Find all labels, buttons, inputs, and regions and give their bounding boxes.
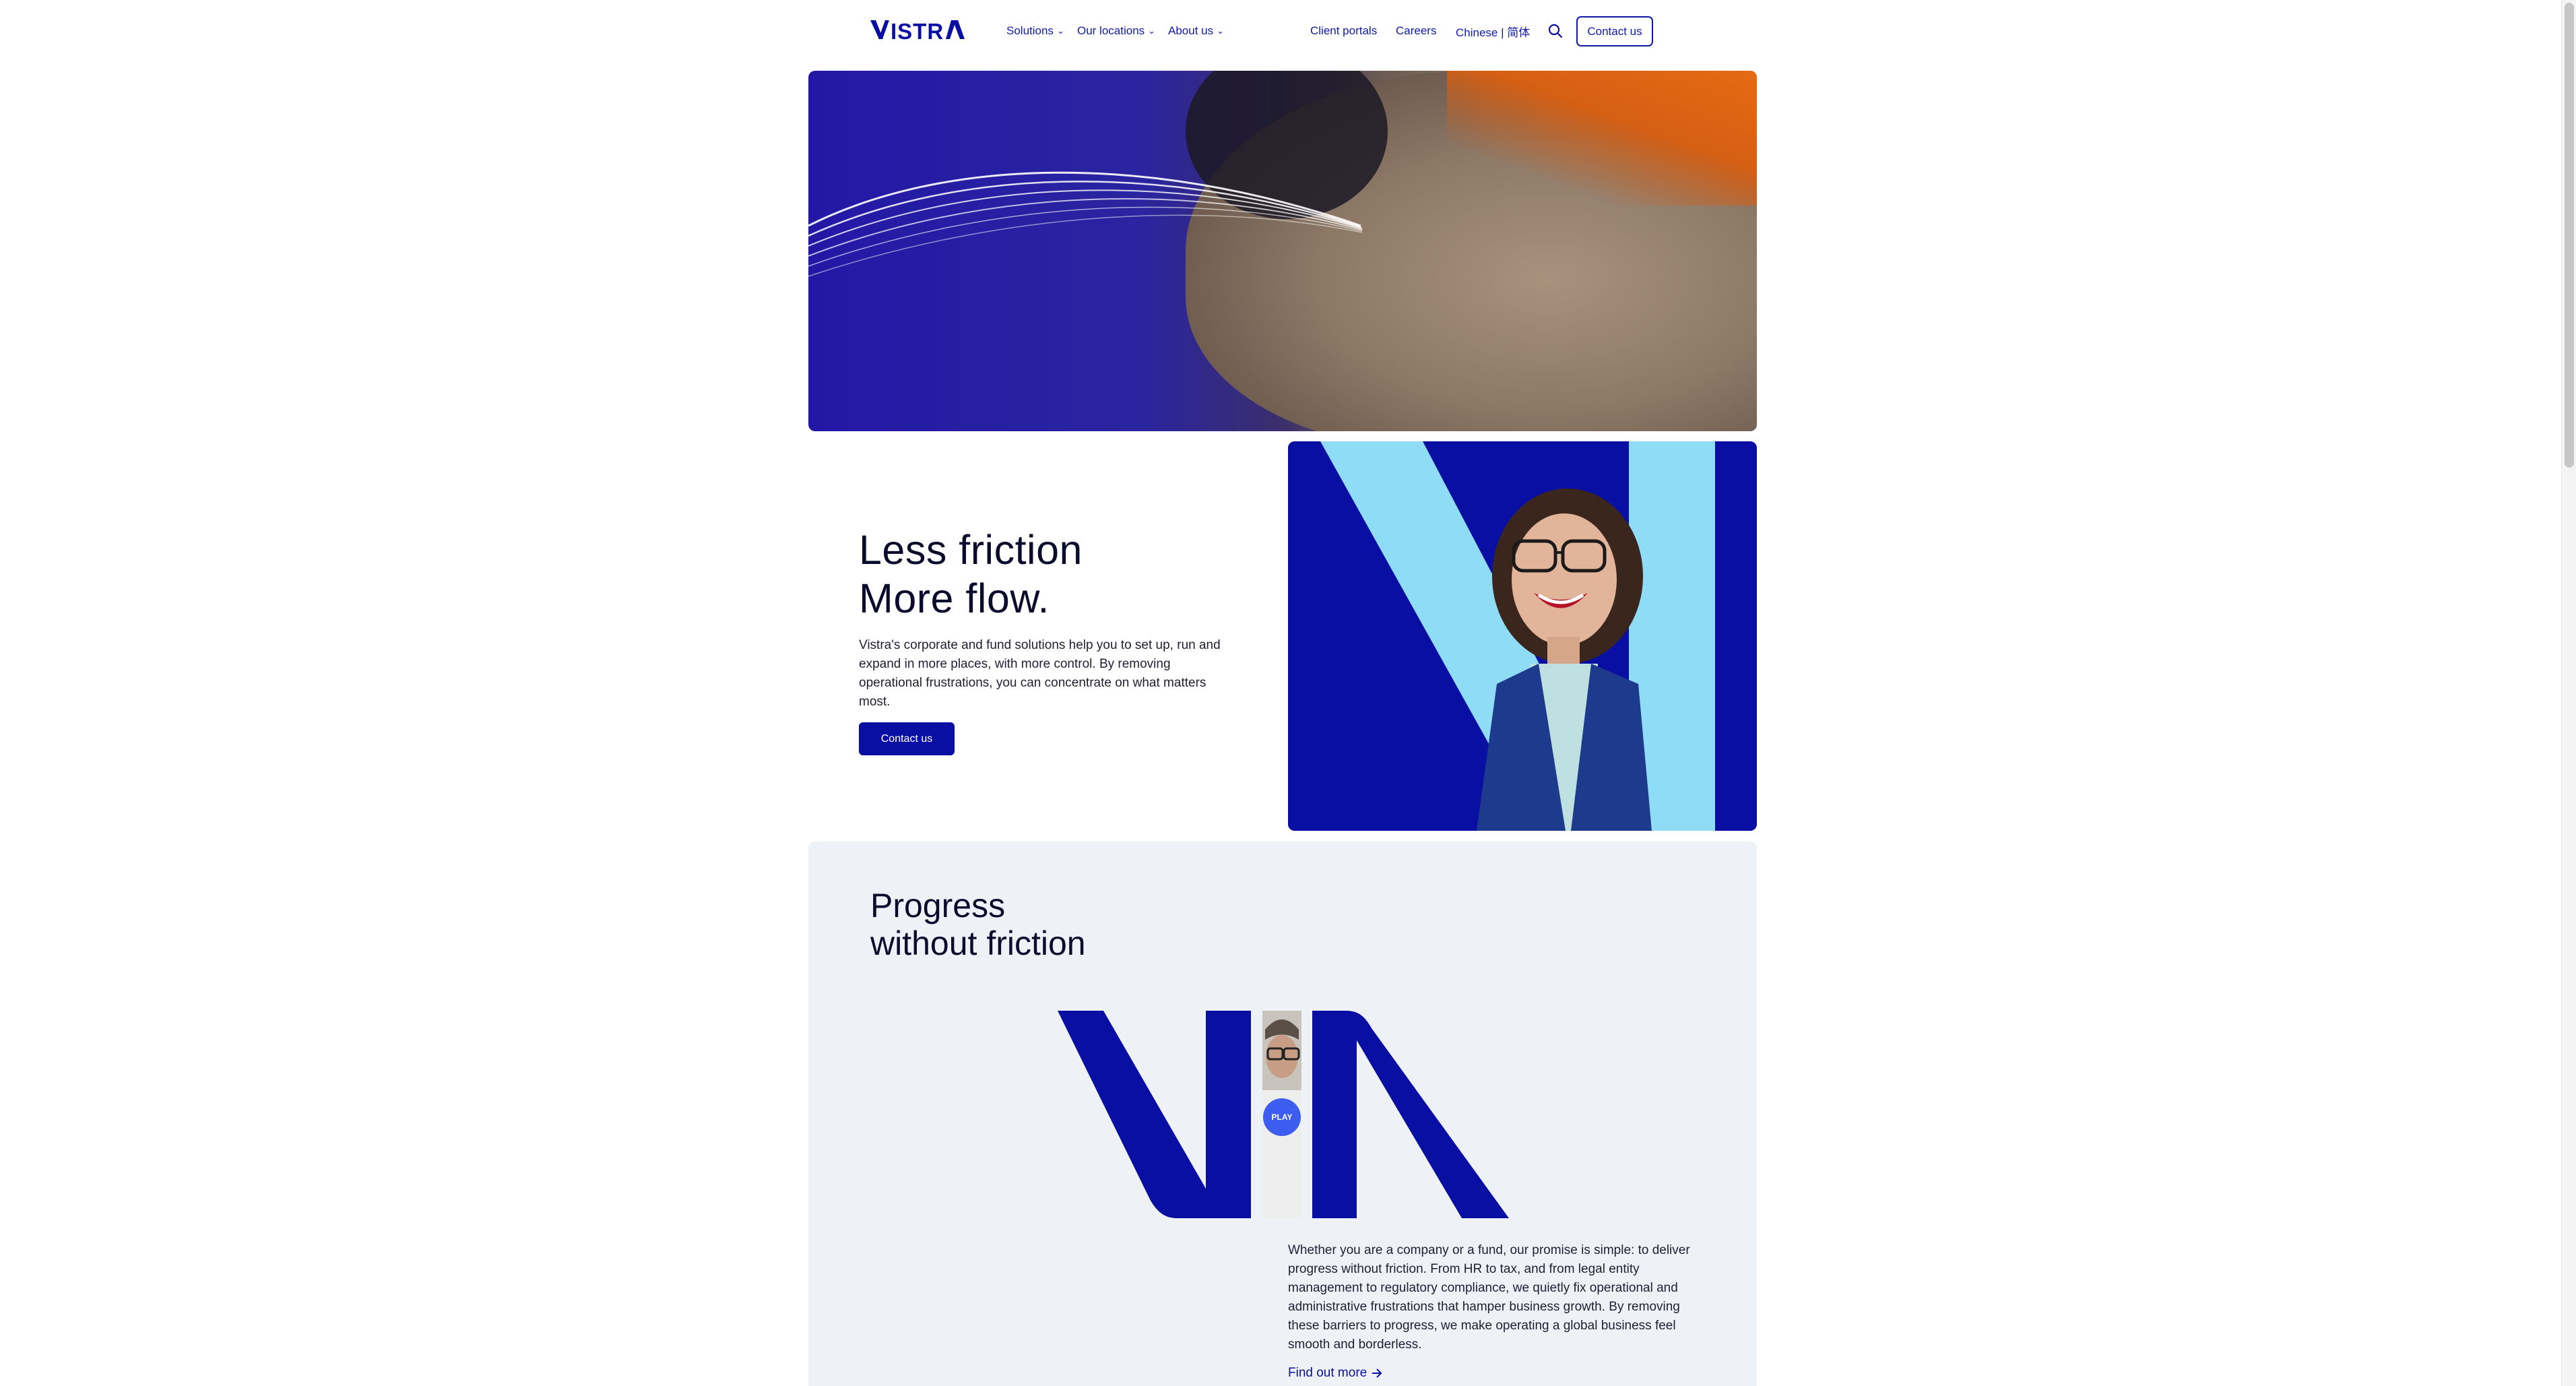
progress-heading: Progress without friction (870, 887, 1086, 962)
nav-our-locations-label: Our locations (1077, 24, 1145, 37)
hero-image (808, 71, 1757, 431)
search-icon[interactable] (1547, 22, 1564, 40)
nav-careers[interactable]: Careers (1396, 20, 1436, 42)
nav-client-portals[interactable]: Client portals (1310, 20, 1377, 42)
arrow-right-icon (1372, 1368, 1382, 1378)
intro-heading-line2: More flow. (859, 575, 1050, 621)
page-scrollbar[interactable] (2561, 0, 2576, 1386)
video-play-button[interactable]: PLAY (1263, 1098, 1301, 1136)
vistra-logo[interactable]: ISTR (870, 19, 966, 42)
chevron-down-icon: ⌄ (1217, 26, 1225, 36)
find-out-more-link[interactable]: Find out more (1288, 1366, 1383, 1381)
top-navigation: ISTR Solutions ⌄ Our locations ⌄ About u… (0, 0, 2561, 62)
svg-text:ISTR: ISTR (891, 19, 944, 42)
progress-heading-line2: without friction (870, 924, 1086, 962)
chevron-down-icon: ⌄ (1056, 26, 1064, 36)
portrait-graphic (1288, 441, 1757, 831)
woman-portrait-card (1288, 441, 1757, 831)
nav-solutions-label: Solutions (1006, 24, 1054, 37)
chevron-down-icon: ⌄ (1148, 26, 1156, 36)
intro-heading-line1: Less friction (859, 527, 1083, 573)
scrollbar-thumb[interactable] (2565, 3, 2574, 468)
intro-body: Vistra's corporate and fund solutions he… (859, 638, 1221, 709)
light-streaks-graphic (808, 171, 1363, 277)
progress-body: Whether you are a company or a fund, our… (1288, 1243, 1690, 1352)
find-out-more-label: Find out more (1288, 1366, 1367, 1380)
contact-us-button[interactable]: Contact us (1576, 16, 1653, 46)
intro-heading: Less friction More flow. (859, 526, 1083, 623)
nav-about-us-label: About us (1168, 24, 1214, 37)
nav-language-chinese[interactable]: Chinese | 简体 (1456, 20, 1530, 42)
progress-heading-line1: Progress (870, 887, 1006, 924)
nav-our-locations[interactable]: Our locations ⌄ (1077, 20, 1155, 42)
nav-solutions[interactable]: Solutions ⌄ (1006, 20, 1064, 42)
nav-about-us[interactable]: About us ⌄ (1168, 20, 1224, 42)
intro-contact-us-button[interactable]: Contact us (859, 722, 955, 755)
